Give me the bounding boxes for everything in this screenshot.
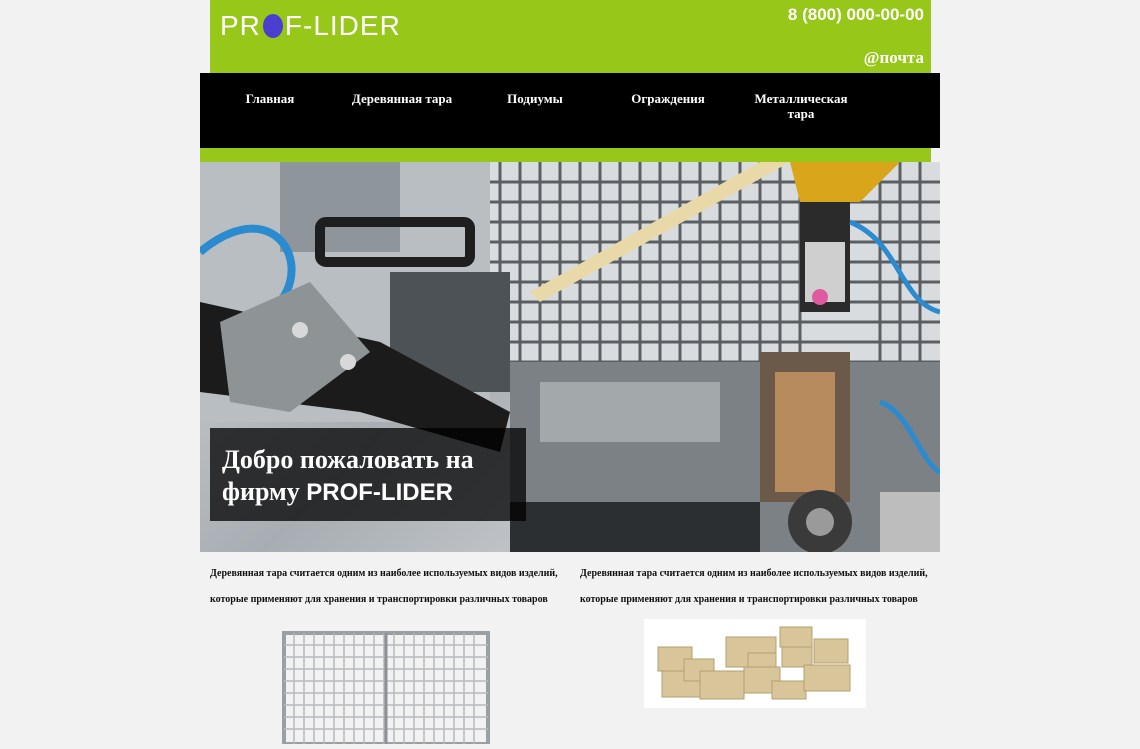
- nav-item-metal-containers[interactable]: Металлическая тара: [748, 91, 854, 121]
- welcome-heading: Добро пожаловать на фирму PROF-LIDER: [222, 444, 526, 509]
- metal-cage-icon: [282, 629, 490, 746]
- wooden-crates-image[interactable]: [644, 619, 866, 708]
- main-nav: Главная Деревянная тара Подиумы Огражден…: [200, 73, 940, 148]
- welcome-banner: Добро пожаловать на фирму PROF-LIDER: [210, 428, 526, 521]
- nav-accent-strip: [200, 148, 931, 162]
- nav-item-fences[interactable]: Ограждения: [628, 91, 708, 106]
- hero-banner: Добро пожаловать на фирму PROF-LIDER: [200, 162, 940, 552]
- right-description: Деревянная тара считается одним из наибо…: [580, 568, 928, 605]
- nav-item-home[interactable]: Главная: [242, 91, 298, 106]
- nav-item-wooden-containers[interactable]: Деревянная тара: [350, 91, 454, 106]
- site-header: PR F-LIDER 8 (800) 000-00-00 @почта: [210, 0, 931, 73]
- wooden-crates-icon: [644, 619, 866, 708]
- left-description: Деревянная тара считается одним из наибо…: [210, 568, 558, 605]
- phone-number[interactable]: 8 (800) 000-00-00: [788, 5, 924, 25]
- metal-cage-image[interactable]: [282, 629, 490, 746]
- email-link[interactable]: @почта: [864, 48, 924, 68]
- welcome-brand: PROF-LIDER: [306, 479, 453, 506]
- logo-text-right: F-LIDER: [284, 10, 401, 41]
- logo-dot-icon: [262, 14, 283, 38]
- nav-item-podiums[interactable]: Подиумы: [504, 91, 566, 106]
- logo[interactable]: PR F-LIDER: [220, 9, 401, 43]
- logo-text-left: PR: [220, 10, 261, 41]
